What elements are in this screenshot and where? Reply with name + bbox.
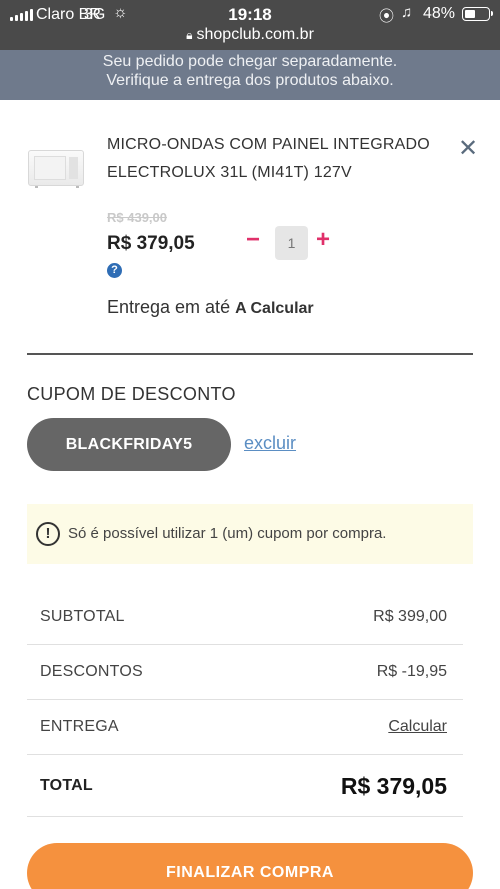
product-image[interactable]	[28, 150, 84, 188]
discounts-value: R$ -19,95	[376, 663, 447, 680]
total-value: R$ 379,05	[340, 773, 447, 799]
discounts-label: DESCONTOS	[40, 663, 143, 680]
applied-coupon-badge: BLACKFRIDAY5	[27, 418, 231, 471]
battery-percent: 48%	[423, 5, 456, 22]
product-price: R$ 379,05	[107, 233, 195, 254]
delivery-estimate: Entrega em até A Calcular	[107, 297, 314, 318]
lock-icon: 🔒︎	[186, 28, 193, 42]
headphones-icon: ♫	[401, 4, 413, 21]
remove-coupon-link[interactable]: excluir	[244, 433, 296, 454]
product-name[interactable]: MICRO-ONDAS COM PAINEL INTEGRADO ELECTRO…	[107, 131, 452, 187]
summary-row-subtotal: SUBTOTAL R$ 399,00	[27, 590, 463, 645]
coupon-title: CUPOM DE DESCONTO	[27, 384, 236, 404]
delivery-value: A Calcular	[235, 300, 314, 317]
quantity-increase-button[interactable]: +	[316, 226, 330, 254]
quantity-decrease-button[interactable]: −	[246, 226, 260, 254]
price-help-icon[interactable]: ?	[107, 263, 122, 278]
notice-line-2: Verifique a entrega dos produtos abaixo.	[106, 72, 394, 89]
split-delivery-notice: Seu pedido pode chegar separadamente. Ve…	[0, 50, 500, 100]
remove-item-close-icon[interactable]: ✕	[458, 134, 478, 163]
shipping-label: ENTREGA	[40, 718, 119, 735]
calculate-shipping-link[interactable]: Calcular	[388, 718, 447, 736]
coupon-warning: ! Só é possível utilizar 1 (um) cupom po…	[27, 504, 473, 564]
summary-row-shipping: ENTREGA Calcular	[27, 700, 463, 755]
product-old-price: R$ 439,00	[107, 210, 167, 225]
address-bar[interactable]: 🔒︎ shopclub.com.br	[0, 26, 500, 44]
order-summary: SUBTOTAL R$ 399,00 DESCONTOS R$ -19,95 E…	[27, 590, 463, 817]
summary-row-total: TOTAL R$ 379,05	[27, 755, 463, 817]
rotation-lock-icon: ⦿	[379, 8, 395, 25]
warning-icon: !	[36, 522, 60, 546]
quantity-input[interactable]: 1	[275, 226, 308, 260]
coupon-warning-text: Só é possível utilizar 1 (um) cupom por …	[68, 525, 387, 542]
browser-top-bar: Claro BR 3G ☼ 19:18 ⦿ ♫ 48% 🔒︎ shopclub.c…	[0, 0, 500, 50]
summary-row-discounts: DESCONTOS R$ -19,95	[27, 645, 463, 700]
status-bar: Claro BR 3G ☼ 19:18 ⦿ ♫ 48%	[0, 0, 500, 28]
battery-icon	[462, 7, 493, 21]
delivery-prefix: Entrega em até	[107, 297, 231, 317]
subtotal-label: SUBTOTAL	[40, 608, 125, 625]
url-text: shopclub.com.br	[196, 26, 314, 43]
total-label: TOTAL	[40, 777, 93, 794]
section-divider	[27, 353, 473, 355]
checkout-button[interactable]: FINALIZAR COMPRA	[27, 843, 473, 889]
notice-line-1: Seu pedido pode chegar separadamente.	[102, 53, 398, 70]
subtotal-value: R$ 399,00	[373, 608, 447, 625]
